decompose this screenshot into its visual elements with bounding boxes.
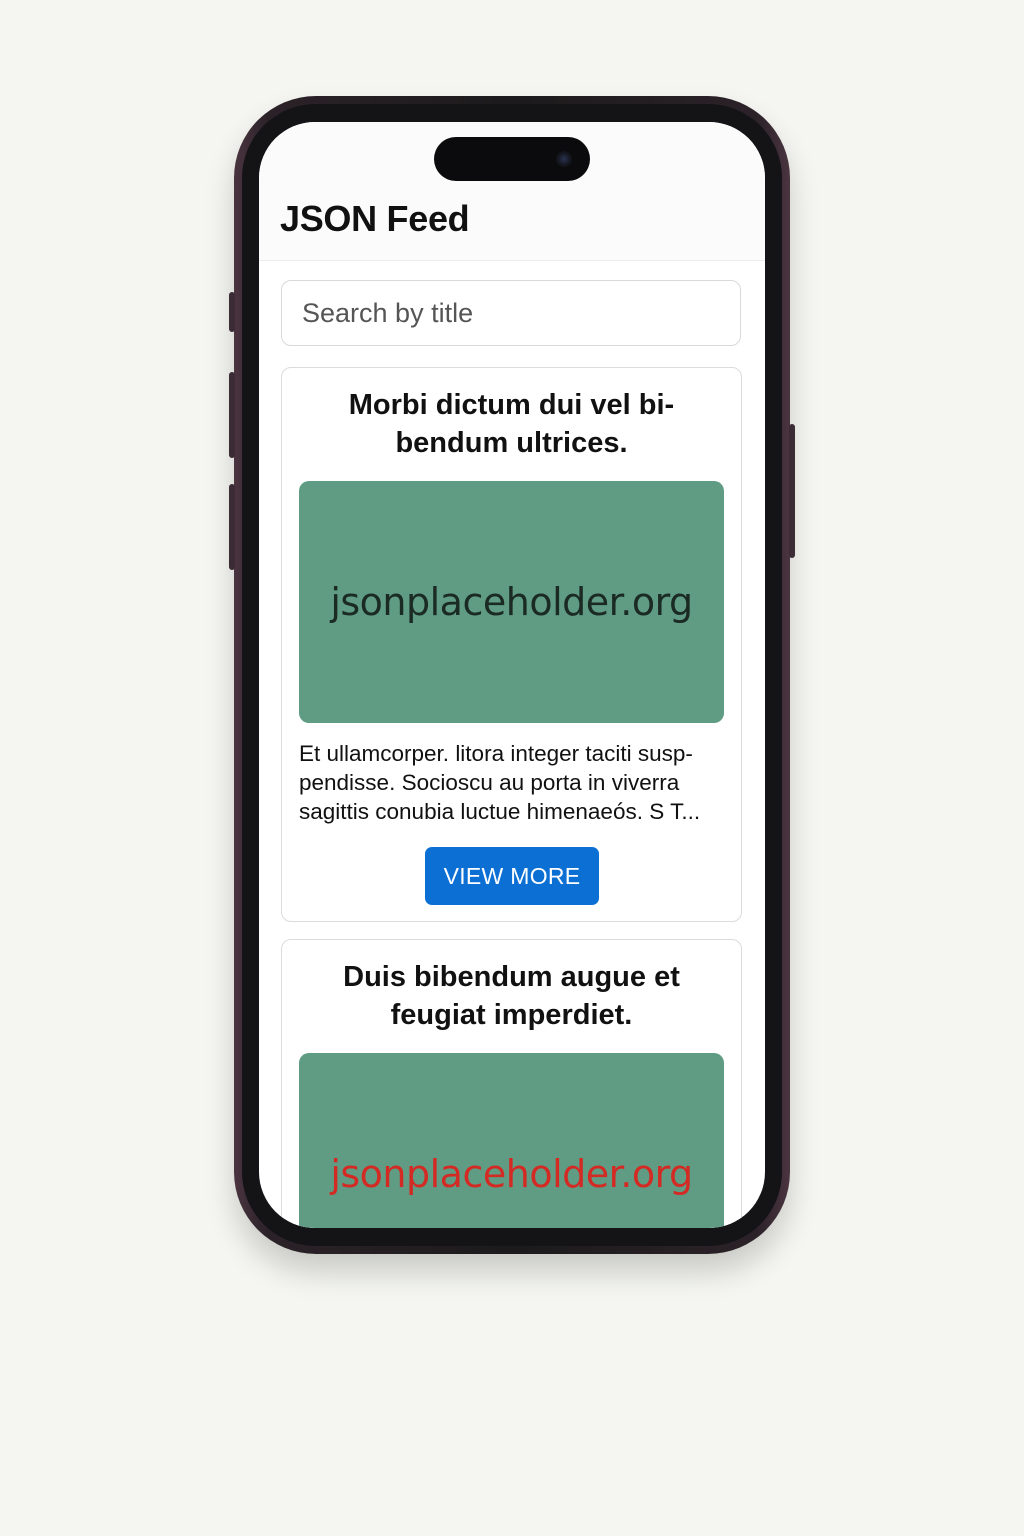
dynamic-island [434,137,590,181]
volume-up-button [229,372,235,458]
post-image-text: jsonplaceholder.org [330,1152,693,1196]
post-image-text: jsonplaceholder.org [330,580,693,624]
power-button [789,424,795,558]
post-title: Morbi dictum dui vel bi-bendum ultrices. [348,389,675,459]
view-more-button[interactable]: VIEW MORE [425,847,599,905]
post-card: Duis bibendum augue et feugiat imperdiet… [281,939,742,1228]
post-card: Morbi dictum dui vel bi-bendum ultrices.… [281,367,742,922]
post-title: Duis bibendum augue et feugiat imperdiet… [343,961,680,1031]
search-input[interactable] [281,280,741,346]
post-image: jsonplaceholder.org [299,1053,724,1228]
phone-screen: JSON Feed Morbi dictum dui vel bi-bendum… [259,122,765,1228]
post-image: jsonplaceholder.org [299,481,724,723]
camera-icon [556,151,572,167]
action-button [229,292,235,332]
page-title: JSON Feed [280,198,470,239]
post-body: Et ullamcorper. litora integer taciti su… [299,741,701,824]
volume-down-button [229,484,235,570]
